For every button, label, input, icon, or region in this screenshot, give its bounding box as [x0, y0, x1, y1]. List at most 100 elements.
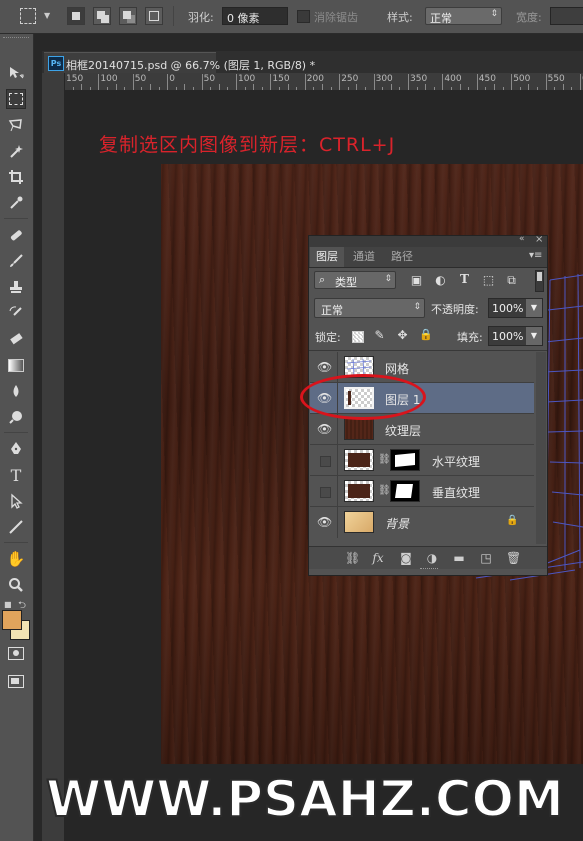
foreground-color-swatch[interactable]	[2, 610, 22, 630]
adjustment-filter-icon[interactable]: ◐	[434, 274, 447, 287]
trash-icon[interactable]: 🗑	[506, 551, 521, 565]
visibility-toggle-off[interactable]	[320, 456, 331, 467]
tab-channels[interactable]: 通道	[347, 247, 381, 267]
ruler-tick-label: 400	[444, 74, 462, 84]
quick-mask-icon[interactable]	[6, 643, 26, 663]
collapse-panel-icon[interactable]: «	[519, 234, 525, 244]
fill-dropdown-icon[interactable]: ▼	[526, 327, 542, 345]
layer-name[interactable]: 网格	[385, 360, 409, 377]
line-tool-icon[interactable]	[6, 517, 26, 537]
visibility-toggle-off[interactable]	[320, 487, 331, 498]
fx-icon[interactable]: fx	[371, 551, 385, 565]
filter-toggle-switch[interactable]	[535, 270, 544, 292]
lock-all-icon[interactable]: 🔒	[419, 328, 433, 341]
screen-mode-icon[interactable]	[6, 671, 26, 691]
folder-icon[interactable]: ▬	[452, 551, 466, 565]
link-mask-icon[interactable]: ⛓	[378, 485, 391, 497]
antialias-checkbox[interactable]	[297, 10, 310, 23]
new-selection-icon	[72, 12, 80, 20]
lock-pixels-icon[interactable]: ✎	[373, 329, 386, 342]
options-bar: ▼ 羽化: 0 像素 消除锯齿 样式: 正常 ⇕ 宽度:	[0, 0, 583, 34]
document-tab[interactable]: Ps 相框20140715.psd @ 66.7% (图层 1, RGB/8) …	[44, 52, 315, 73]
intersect-selection-button[interactable]	[145, 7, 163, 25]
eraser-tool-icon[interactable]	[6, 329, 26, 349]
feather-input[interactable]: 0 像素	[222, 7, 288, 25]
horizontal-ruler[interactable]: 150 100 50 0 50 100 150 200 250 300 350 400 450 500 55…	[64, 73, 583, 91]
visibility-eye-icon[interactable]: 👁	[317, 360, 332, 374]
ruler-minor-tick	[322, 84, 323, 90]
type-tool-icon[interactable]: T	[6, 465, 26, 485]
link-icon[interactable]: ⛓	[345, 551, 360, 565]
width-input[interactable]	[550, 7, 583, 25]
smart-object-filter-icon[interactable]: ⧉	[505, 274, 518, 287]
pixel-filter-icon[interactable]: ▣	[410, 274, 423, 287]
panel-menu-icon[interactable]: ▾≡	[529, 250, 542, 261]
blend-mode-select[interactable]: 正常 ⇕	[314, 298, 425, 318]
ruler-tick	[167, 74, 169, 90]
type-filter-icon[interactable]: T	[458, 273, 471, 286]
preset-dropdown-icon[interactable]: ▼	[44, 11, 50, 20]
toolbar-grip[interactable]	[3, 37, 29, 45]
rect-marquee-tool-icon[interactable]	[6, 89, 26, 109]
layer-row-background[interactable]: 👁 背景 🔒	[310, 507, 534, 538]
gradient-tool-icon[interactable]	[6, 355, 26, 375]
layer-name[interactable]: 垂直纹理	[432, 484, 480, 501]
layer-name[interactable]: 背景	[385, 515, 409, 532]
default-colors-icon[interactable]: ■	[4, 600, 12, 609]
visibility-eye-icon[interactable]: 👁	[317, 422, 332, 436]
vertical-ruler[interactable]	[42, 73, 65, 841]
link-mask-icon[interactable]: ⛓	[378, 454, 391, 466]
lasso-tool-icon[interactable]	[6, 115, 26, 135]
path-selection-tool-icon[interactable]	[6, 491, 26, 511]
pen-tool-icon[interactable]	[6, 439, 26, 459]
hand-tool-icon[interactable]: ✋	[6, 549, 26, 569]
visibility-eye-icon[interactable]: 👁	[317, 515, 332, 529]
mask-icon[interactable]: ◙	[399, 551, 413, 565]
dodge-tool-icon[interactable]	[6, 407, 26, 427]
lock-position-icon[interactable]: ✥	[396, 329, 409, 342]
marquee-preset-icon[interactable]	[20, 8, 36, 24]
panel-resize-grip[interactable]	[420, 568, 438, 573]
opacity-dropdown-icon[interactable]: ▼	[526, 299, 542, 317]
layer-name[interactable]: 水平纹理	[432, 453, 480, 470]
shape-filter-icon[interactable]: ⬚	[482, 274, 495, 287]
tab-layers[interactable]: 图层	[310, 247, 344, 267]
clone-stamp-tool-icon[interactable]	[6, 277, 26, 297]
filter-kind-select[interactable]: ⌕ 类型 ⇕	[314, 271, 396, 289]
close-panel-icon[interactable]: ×	[535, 234, 543, 245]
ruler-minor-tick	[210, 87, 212, 90]
opacity-label: 不透明度:	[431, 303, 479, 316]
new-selection-button[interactable]	[67, 7, 85, 25]
lock-transparent-icon[interactable]	[352, 331, 364, 343]
opacity-value: 100%	[492, 302, 524, 315]
fill-input[interactable]: 100% ▼	[488, 326, 543, 346]
ruler-minor-tick	[519, 87, 521, 90]
adjustment-icon[interactable]: ◑	[425, 551, 439, 565]
ruler-minor-tick	[158, 87, 160, 90]
magic-wand-tool-icon[interactable]	[6, 141, 26, 161]
add-selection-button[interactable]	[93, 7, 111, 25]
tab-paths[interactable]: 路径	[385, 247, 419, 267]
healing-brush-tool-icon[interactable]	[6, 225, 26, 245]
ruler-tick-label: 50	[134, 74, 147, 84]
brush-tool-icon[interactable]	[6, 251, 26, 271]
crop-tool-icon[interactable]	[6, 167, 26, 187]
layer-name[interactable]: 纹理层	[385, 422, 421, 439]
layer-mask-thumbnail[interactable]	[390, 449, 420, 471]
zoom-tool-icon[interactable]	[6, 575, 26, 595]
move-tool-icon[interactable]	[6, 63, 26, 83]
layer-row-horizontal-texture[interactable]: ⛓ 水平纹理	[310, 445, 534, 476]
layer-mask-thumbnail[interactable]	[390, 480, 420, 502]
history-brush-tool-icon[interactable]	[6, 303, 26, 323]
new-layer-icon[interactable]: ◳	[479, 551, 493, 565]
style-select[interactable]: 正常 ⇕	[425, 7, 502, 25]
subtract-selection-button[interactable]	[119, 7, 137, 25]
ruler-minor-tick	[562, 84, 564, 90]
blur-tool-icon[interactable]	[6, 381, 26, 401]
panel-header[interactable]: « ×	[309, 234, 547, 247]
opacity-input[interactable]: 100% ▼	[488, 298, 543, 318]
layer-list-scrollbar[interactable]	[536, 352, 546, 544]
layer-row-vertical-texture[interactable]: ⛓ 垂直纹理	[310, 476, 534, 507]
ruler-minor-tick	[425, 84, 427, 90]
eyedropper-tool-icon[interactable]	[6, 193, 26, 213]
